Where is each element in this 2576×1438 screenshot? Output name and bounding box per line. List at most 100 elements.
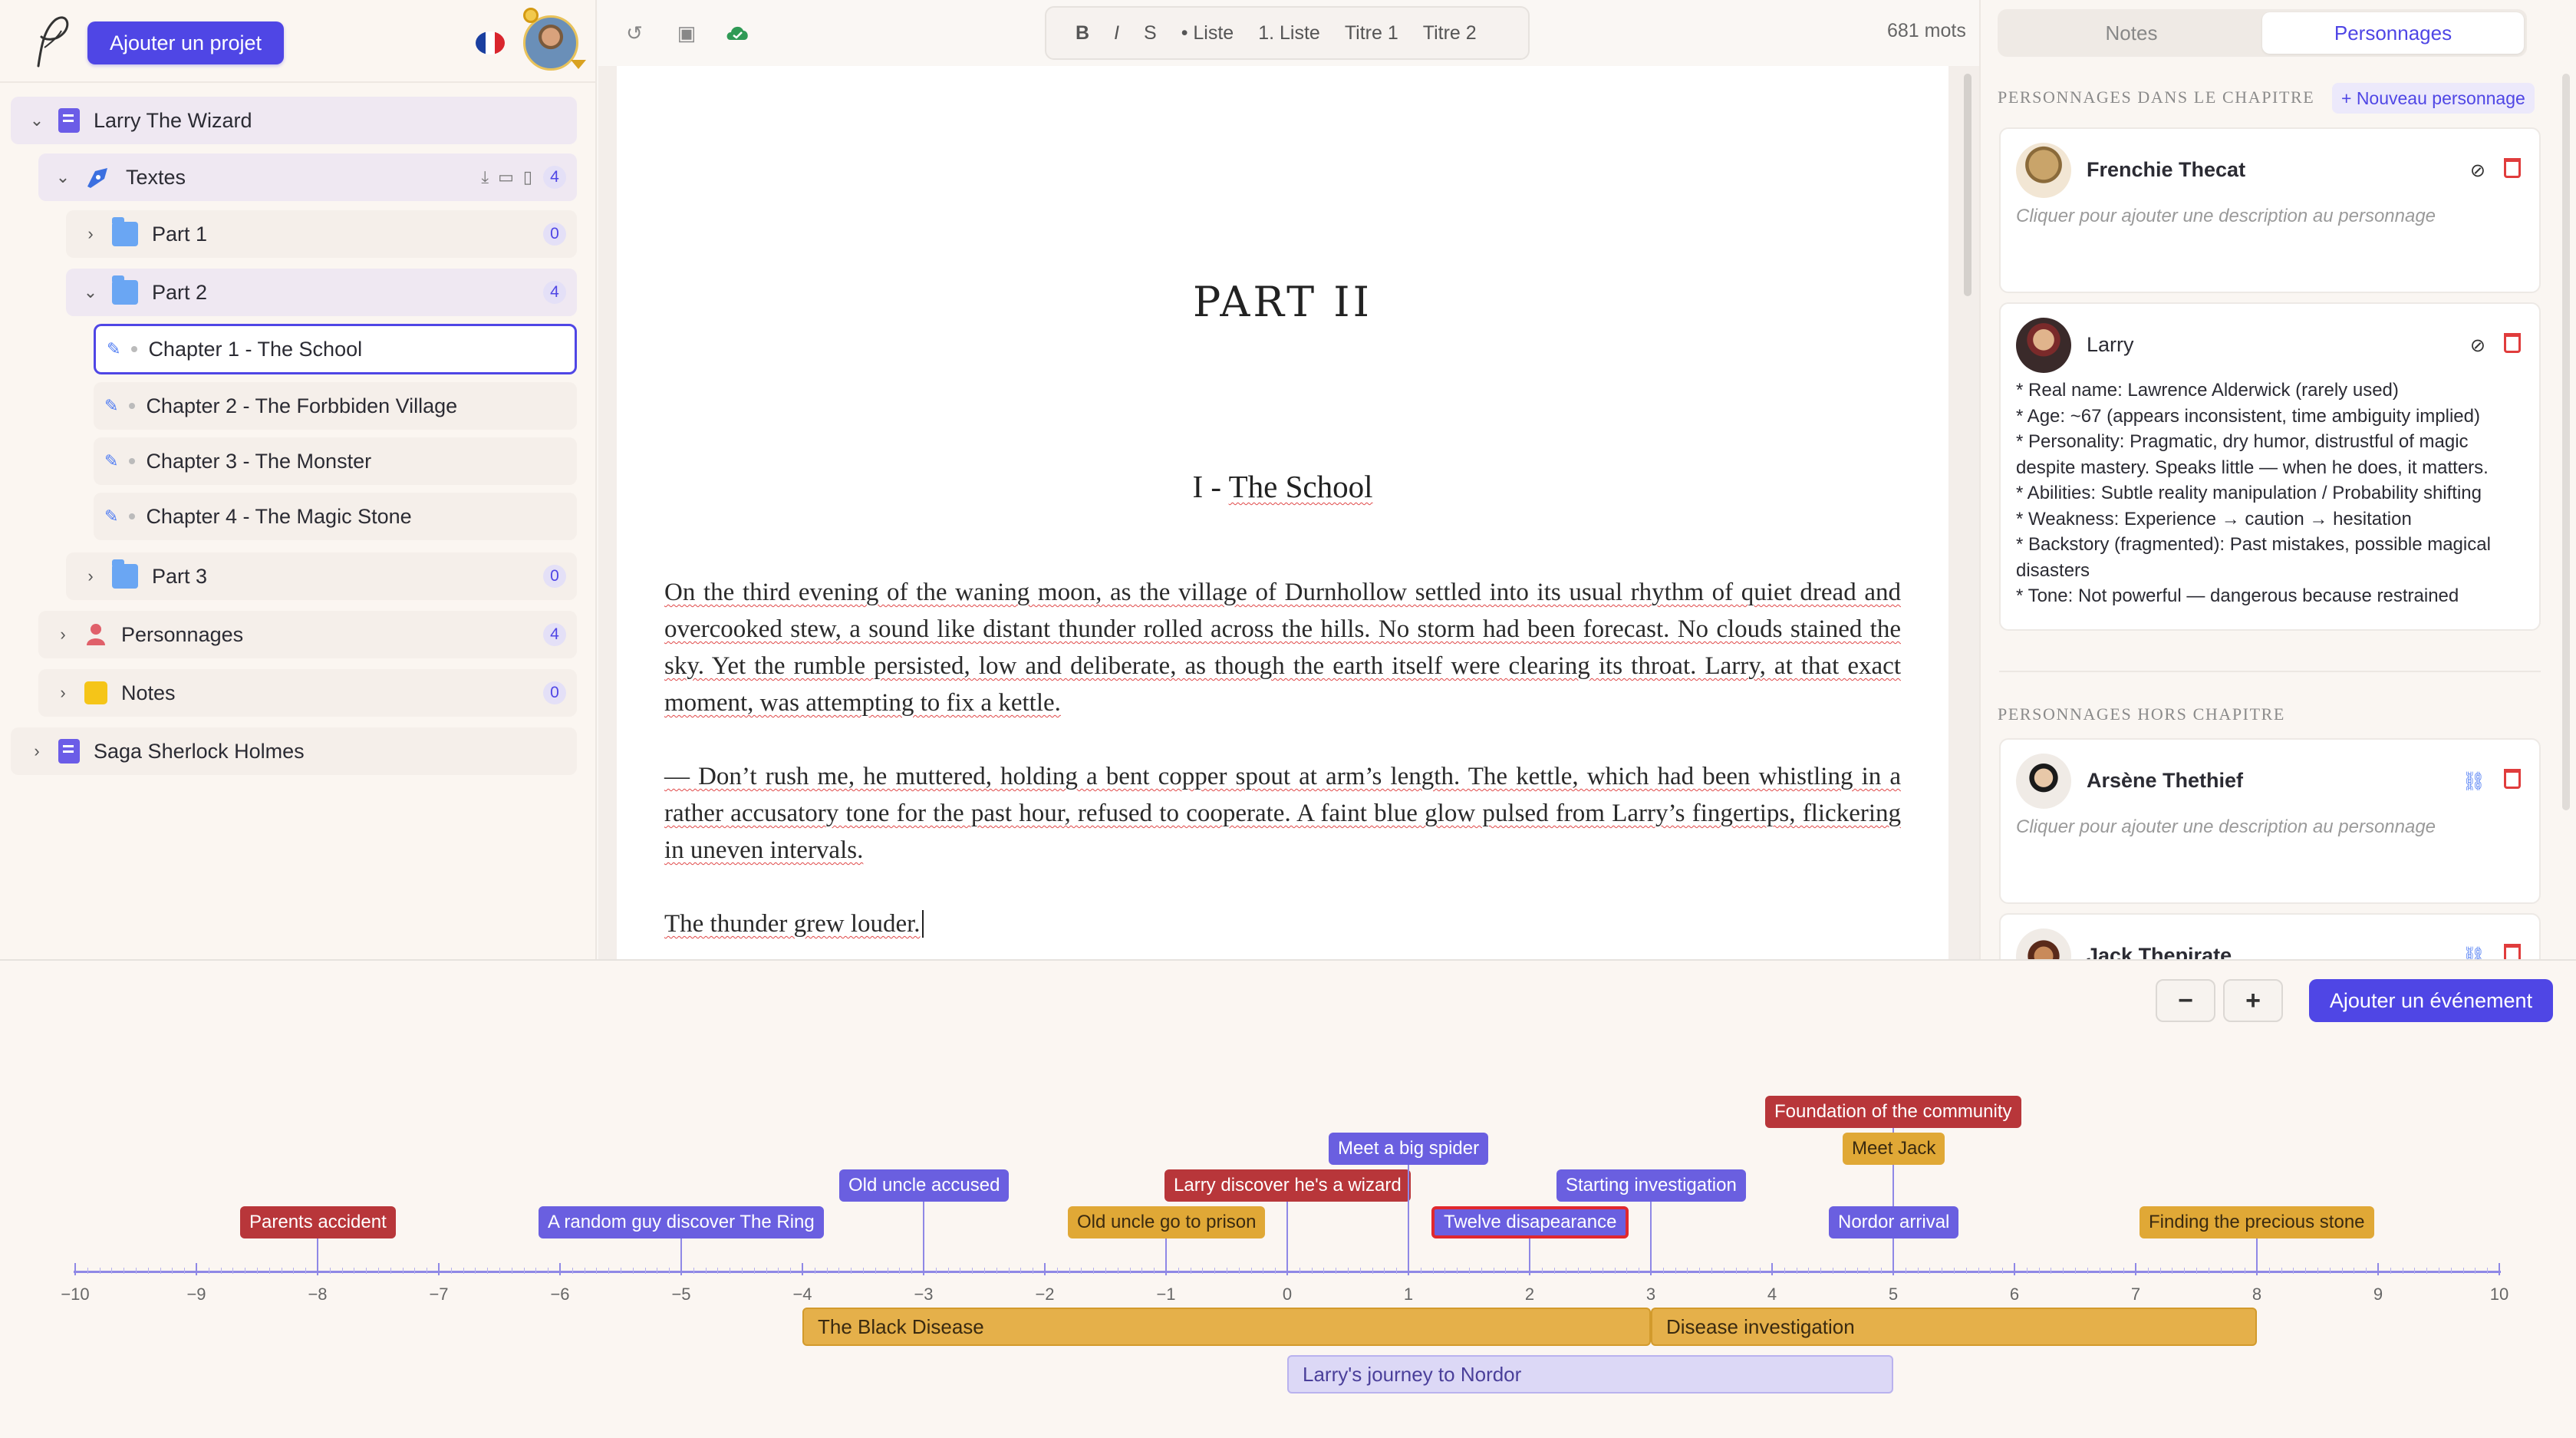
paragraph-3[interactable]: The thunder grew louder.	[664, 905, 1901, 942]
timeline-event[interactable]: Old uncle accused	[839, 1169, 1010, 1202]
chapter-title[interactable]: I - The School	[617, 468, 1948, 505]
tree-part-2[interactable]: ⌄ Part 2 4	[66, 269, 577, 316]
trash-icon[interactable]	[2504, 944, 2521, 959]
history-icon[interactable]: ↺	[621, 20, 647, 46]
zoom-in-button[interactable]: +	[2223, 979, 2283, 1022]
character-description[interactable]: Cliquer pour ajouter une description au …	[2016, 206, 2436, 227]
trash-icon[interactable]	[2504, 769, 2521, 789]
axis-minor-tick	[2305, 1268, 2307, 1274]
trash-icon[interactable]	[2504, 158, 2521, 178]
zoom-out-button[interactable]: −	[2156, 979, 2215, 1022]
numbered-list-button[interactable]: 1. Liste	[1246, 22, 1332, 45]
character-card[interactable]: Jack Thepirate ⛓	[1999, 913, 2541, 959]
axis-minor-tick	[329, 1268, 331, 1274]
tree-project-larry[interactable]: ⌄ Larry The Wizard	[11, 97, 577, 144]
link-icon[interactable]: ⛓	[2462, 770, 2485, 793]
axis-minor-tick	[1457, 1268, 1458, 1274]
axis-minor-tick	[2063, 1268, 2064, 1274]
chevron-right-icon[interactable]: ›	[26, 740, 48, 762]
chevron-down-icon[interactable]: ⌄	[52, 167, 74, 188]
timeline-event[interactable]: Old uncle go to prison	[1068, 1206, 1266, 1238]
strike-button[interactable]: S	[1132, 22, 1169, 45]
timeline-period[interactable]: Larry's journey to Nordor	[1287, 1355, 1893, 1393]
heading-2-button[interactable]: Titre 2	[1411, 22, 1489, 45]
app-logo-icon[interactable]	[28, 14, 74, 69]
chevron-down-icon[interactable]: ⌄	[26, 110, 48, 131]
timeline-event[interactable]: Nordor arrival	[1829, 1206, 1959, 1238]
axis-minor-tick	[1553, 1268, 1555, 1274]
tree-part-1[interactable]: › Part 1 0	[66, 210, 577, 258]
tree-chapter-1[interactable]: ✎ Chapter 1 - The School	[94, 324, 577, 374]
avatar-menu-caret-icon[interactable]	[571, 60, 586, 69]
character-name: Jack Thepirate	[2087, 944, 2232, 959]
tree-characters[interactable]: › Personnages 4	[38, 611, 577, 658]
timeline-event[interactable]: Meet a big spider	[1329, 1133, 1489, 1165]
paragraph-1[interactable]: On the third evening of the waning moon,…	[664, 574, 1901, 721]
axis-minor-tick	[2414, 1268, 2416, 1274]
axis-minor-tick	[268, 1268, 270, 1274]
timeline-event[interactable]: A random guy discover The Ring	[539, 1206, 824, 1238]
download-icon[interactable]: ⤓	[481, 167, 489, 187]
chevron-right-icon[interactable]: ›	[80, 566, 101, 587]
character-card[interactable]: Arsène Thethief ⛓ Cliquer pour ajouter u…	[1999, 738, 2541, 904]
unlink-icon[interactable]: ⊘	[2470, 160, 2485, 182]
save-icon[interactable]: ▣	[674, 20, 700, 46]
axis-tick-label: −10	[61, 1285, 90, 1304]
language-flag-icon[interactable]	[476, 31, 505, 54]
trash-icon[interactable]	[2504, 333, 2521, 353]
unlink-icon[interactable]: ⊘	[2470, 335, 2485, 357]
italic-button[interactable]: I	[1102, 22, 1132, 45]
heading-1-button[interactable]: Titre 1	[1332, 22, 1411, 45]
bold-button[interactable]: B	[1063, 22, 1102, 45]
chevron-down-icon[interactable]: ⌄	[80, 282, 101, 303]
timeline-event[interactable]: Parents accident	[240, 1206, 396, 1238]
timeline-event[interactable]: Twelve disapearance	[1431, 1206, 1629, 1238]
axis-minor-tick	[1214, 1268, 1216, 1274]
new-file-icon[interactable]: ▯	[523, 167, 532, 187]
detail-line: * Personality: Pragmatic, dry humor, dis…	[2016, 431, 2469, 452]
chevron-right-icon[interactable]: ›	[80, 223, 101, 245]
editor-scrollbar[interactable]	[1964, 74, 1972, 296]
character-card[interactable]: Larry ⊘ * Real name: Lawrence Alderwick …	[1999, 302, 2541, 631]
bullet-list-button[interactable]: • Liste	[1169, 22, 1247, 45]
tab-notes[interactable]: Notes	[2001, 12, 2262, 54]
axis-minor-tick	[717, 1268, 719, 1274]
tree-chapter-3[interactable]: ✎ Chapter 3 - The Monster	[94, 437, 577, 485]
tree-chapter-4[interactable]: ✎ Chapter 4 - The Magic Stone	[94, 493, 577, 540]
timeline-event[interactable]: Larry discover he's a wizard	[1164, 1169, 1411, 1202]
timeline-event[interactable]: Starting investigation	[1556, 1169, 1746, 1202]
characters-count-badge: 4	[543, 623, 566, 646]
part-title[interactable]: PART II	[617, 278, 1948, 326]
timeline-period[interactable]: The Black Disease	[802, 1308, 1651, 1346]
tree-texts-folder[interactable]: ⌄ Textes ⤓ ▭ ▯ 4	[38, 153, 577, 201]
timeline-event[interactable]: Meet Jack	[1843, 1133, 1945, 1165]
new-folder-icon[interactable]: ▭	[498, 167, 514, 187]
new-character-button[interactable]: + Nouveau personnage	[2332, 83, 2535, 114]
tree-chapter-2[interactable]: ✎ Chapter 2 - The Forbbiden Village	[94, 382, 577, 430]
axis-minor-tick	[911, 1268, 913, 1274]
axis-minor-tick	[1311, 1268, 1313, 1274]
paragraph-2[interactable]: — Don’t rush me, he muttered, holding a …	[664, 758, 1901, 869]
character-card[interactable]: Frenchie Thecat ⊘ Cliquer pour ajouter u…	[1999, 127, 2541, 293]
event-stem	[1165, 1238, 1167, 1271]
link-icon[interactable]: ⛓	[2462, 945, 2485, 959]
timeline-event[interactable]: Finding the precious stone	[2140, 1206, 2374, 1238]
timeline-event[interactable]: Foundation of the community	[1765, 1096, 2021, 1128]
add-project-button[interactable]: Ajouter un projet	[87, 21, 284, 64]
timeline-period[interactable]: Disease investigation	[1651, 1308, 2257, 1346]
character-description[interactable]: Cliquer pour ajouter une description au …	[2016, 816, 2436, 838]
chevron-right-icon[interactable]: ›	[52, 624, 74, 645]
add-event-button[interactable]: Ajouter un événement	[2309, 979, 2553, 1022]
chevron-right-icon[interactable]: ›	[52, 682, 74, 704]
tab-characters[interactable]: Personnages	[2262, 12, 2524, 54]
tree-project-sherlock[interactable]: › Saga Sherlock Holmes	[11, 727, 577, 775]
axis-minor-tick	[1238, 1268, 1240, 1274]
axis-minor-tick	[996, 1268, 997, 1274]
panel-scrollbar[interactable]	[2562, 74, 2570, 810]
character-details[interactable]: * Real name: Lawrence Alderwick (rarely …	[2016, 378, 2524, 609]
cloud-sync-icon[interactable]	[724, 20, 750, 46]
axis-tick-label: −9	[186, 1285, 206, 1304]
panel-tabs: Notes Personnages	[1998, 9, 2527, 57]
tree-notes[interactable]: › Notes 0	[38, 669, 577, 717]
tree-part-3[interactable]: › Part 3 0	[66, 552, 577, 600]
